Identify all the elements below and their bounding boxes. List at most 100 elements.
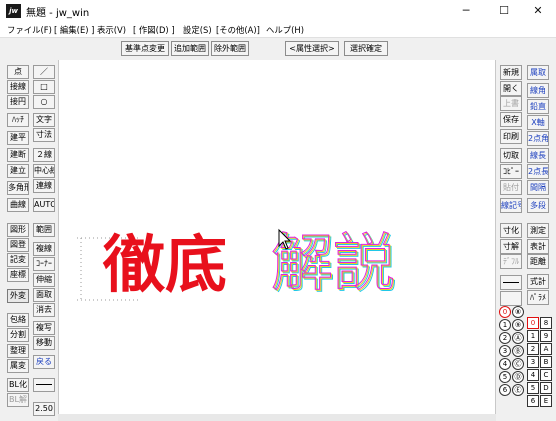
tool-formula-calc[interactable]: 式計	[527, 274, 549, 289]
layer-group-2[interactable]: 2	[499, 332, 511, 344]
tool-curve[interactable]: 曲線	[7, 198, 29, 212]
tool-chamfer[interactable]: 面取	[33, 288, 55, 302]
layer-e[interactable]: E	[540, 395, 552, 407]
drawing-canvas[interactable]: 徹底 解説 解説 解説	[58, 60, 496, 414]
tool-line[interactable]: ／	[33, 65, 55, 79]
tool-erase[interactable]: 消去	[33, 303, 55, 317]
edit-copy[interactable]: ｺﾋﾟｰ	[500, 164, 522, 179]
tool-elevation[interactable]: 建立	[7, 164, 29, 178]
tool-spacing[interactable]: 間隔	[527, 180, 549, 195]
minimize-button[interactable]: ─	[449, 0, 483, 22]
tool-tangent-circle[interactable]: 接円	[7, 95, 29, 109]
tool-dimension[interactable]: 寸法	[33, 128, 55, 142]
tool-corner[interactable]: ｺｰﾅｰ	[33, 257, 55, 271]
tool-tangent[interactable]: 接線	[7, 80, 29, 94]
layer-3[interactable]: 3	[527, 356, 539, 368]
tool-line-length[interactable]: 線長	[527, 148, 549, 163]
tool-range[interactable]: 範囲	[33, 223, 55, 237]
tool-coordinate[interactable]: 座標	[7, 268, 29, 282]
layer-8[interactable]: 8	[540, 317, 552, 329]
tool-dimension-explode[interactable]: 寸解	[500, 239, 522, 254]
layer-group-1[interactable]: 1	[499, 319, 511, 331]
layer-group-9[interactable]: ⑨	[512, 319, 524, 331]
file-print[interactable]: 印刷	[500, 129, 522, 144]
tool-line-angle[interactable]: 線角	[527, 83, 549, 98]
layer-9[interactable]: 9	[540, 330, 552, 342]
tool-double-line[interactable]: ２線	[33, 148, 55, 162]
tool-point[interactable]: 点	[7, 65, 29, 79]
tool-circle[interactable]: ○	[33, 95, 55, 109]
tool-rectangle[interactable]: □	[33, 80, 55, 94]
menu-file[interactable]: ファイル(F)	[7, 24, 52, 36]
tool-multi-layer[interactable]: 多段	[527, 198, 549, 213]
tool-undo[interactable]: 戻る	[33, 355, 55, 369]
maximize-button[interactable]: ☐	[487, 0, 521, 22]
menu-edit[interactable]: [ 編集(E) ]	[54, 24, 94, 36]
tool-attribute-change[interactable]: 属変	[7, 359, 29, 373]
edit-paste[interactable]: 貼付	[500, 180, 522, 195]
layer-a[interactable]: A	[540, 343, 552, 355]
file-new[interactable]: 新規	[500, 65, 522, 80]
tool-section[interactable]: 建断	[7, 148, 29, 162]
layer-group-c[interactable]: Ⓒ	[512, 358, 524, 370]
layer-group-5[interactable]: 5	[499, 371, 511, 383]
tool-line-symbol[interactable]: 線記号	[500, 198, 522, 213]
tool-table-calc[interactable]: 表計	[527, 239, 549, 254]
tool-two-point-length[interactable]: 2点長	[527, 164, 549, 179]
tool-symbol-change[interactable]: 記変	[7, 253, 29, 267]
menu-draw[interactable]: [ 作図(D) ]	[133, 24, 175, 36]
tool-measure[interactable]: 測定	[527, 223, 549, 238]
tool-two-point-angle[interactable]: 2点角	[527, 131, 549, 146]
layer-group-0[interactable]: 0	[499, 306, 511, 318]
layer-0[interactable]: 0	[527, 317, 539, 329]
layer-b[interactable]: B	[540, 356, 552, 368]
tool-text[interactable]: 文字	[33, 113, 55, 127]
menu-other[interactable]: [その他(A)]	[216, 24, 260, 36]
confirm-selection-button[interactable]: 選択確定	[344, 41, 388, 56]
layer-group-8[interactable]: ⑧	[512, 306, 524, 318]
tool-stretch[interactable]: 伸縮	[33, 273, 55, 287]
tool-figure[interactable]: 図形	[7, 223, 29, 237]
layer-c[interactable]: C	[540, 369, 552, 381]
tool-external-change[interactable]: 外変	[7, 289, 29, 303]
tool-divide[interactable]: 分割	[7, 328, 29, 342]
layer-group-3[interactable]: 3	[499, 345, 511, 357]
menu-help[interactable]: ヘルプ(H)	[266, 24, 304, 36]
layer-status-button[interactable]	[500, 291, 522, 306]
tool-centerline[interactable]: 中心線	[33, 164, 55, 178]
layer-2[interactable]: 2	[527, 343, 539, 355]
tool-block-create[interactable]: BL化	[7, 378, 29, 392]
tool-parallel-line[interactable]: 複線	[33, 242, 55, 256]
layer-group-4[interactable]: 4	[499, 358, 511, 370]
attribute-select-button[interactable]: <属性選択>	[285, 41, 339, 56]
file-open[interactable]: 開く	[500, 81, 522, 96]
layer-group-b[interactable]: Ⓑ	[512, 345, 524, 357]
menu-settings[interactable]: 設定(S)	[183, 24, 212, 36]
layer-group-a[interactable]: Ⓐ	[512, 332, 524, 344]
layer-1[interactable]: 1	[527, 330, 539, 342]
file-overwrite[interactable]: 上書	[500, 96, 522, 111]
layer-4[interactable]: 4	[527, 369, 539, 381]
edit-cut[interactable]: 切取	[500, 148, 522, 163]
tool-move[interactable]: 移動	[33, 336, 55, 350]
tool-connect-line[interactable]: 連線	[33, 179, 55, 193]
tool-envelope[interactable]: 包絡	[7, 313, 29, 327]
tool-block-explode[interactable]: BL解	[7, 393, 29, 407]
tool-dimension-convert[interactable]: 寸化	[500, 223, 522, 238]
tool-figure-register[interactable]: 図登	[7, 238, 29, 252]
add-range-button[interactable]: 追加範囲	[171, 41, 209, 56]
tool-plan[interactable]: 建平	[7, 131, 29, 145]
layer-group-d[interactable]: Ⓓ	[512, 371, 524, 383]
tool-polygon[interactable]: 多角形	[7, 181, 29, 195]
tool-parametric[interactable]: ﾊﾟﾗﾒ	[527, 290, 549, 305]
layer-5[interactable]: 5	[527, 382, 539, 394]
menu-view[interactable]: 表示(V)	[97, 24, 126, 36]
tool-auto[interactable]: AUTO	[33, 198, 55, 212]
tool-distance[interactable]: 距離	[527, 254, 549, 269]
tool-organize[interactable]: 整理	[7, 344, 29, 358]
tool-copy[interactable]: 複写	[33, 321, 55, 335]
line-style-button[interactable]	[33, 378, 55, 392]
layer-6[interactable]: 6	[527, 395, 539, 407]
tool-x-axis[interactable]: X軸	[527, 115, 549, 130]
layer-group-6[interactable]: 6	[499, 384, 511, 396]
